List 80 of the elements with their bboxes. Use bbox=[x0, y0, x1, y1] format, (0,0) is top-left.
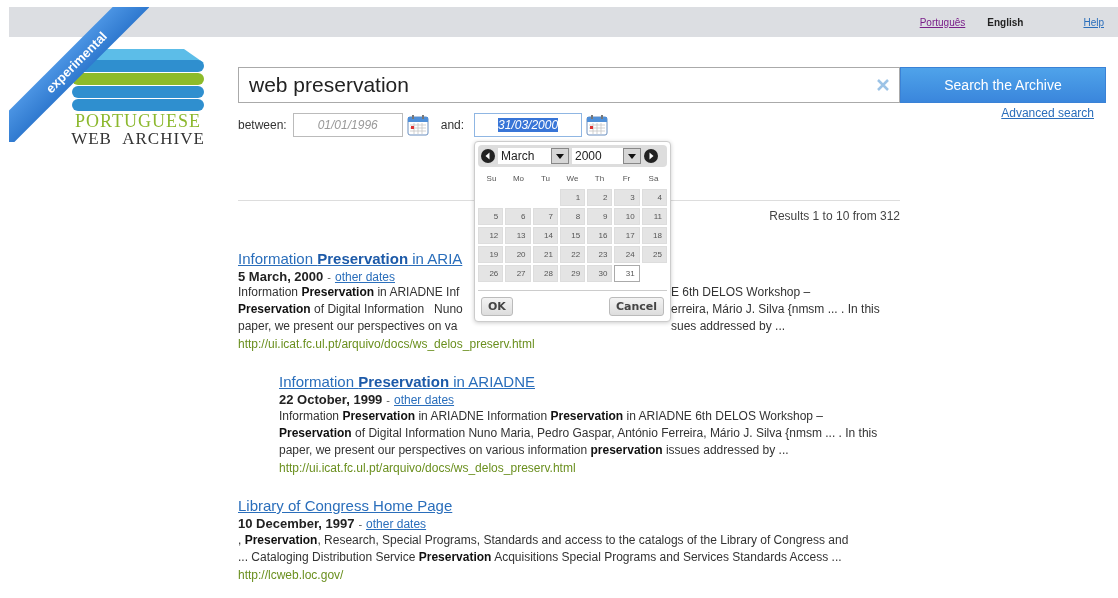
result-date: 10 December, 1997 bbox=[238, 516, 355, 531]
result-url[interactable]: http://lcweb.loc.gov/ bbox=[238, 568, 900, 582]
caret-icon[interactable] bbox=[551, 148, 569, 164]
day-cell[interactable]: 20 bbox=[505, 246, 531, 263]
day-cell[interactable]: 16 bbox=[587, 227, 613, 244]
snippet-text: E 6th DELOS Workshop – bbox=[671, 284, 812, 301]
weekday-label: Mo bbox=[511, 173, 526, 185]
day-cell[interactable]: 25 bbox=[641, 246, 667, 263]
day-cell[interactable]: 17 bbox=[614, 227, 640, 244]
day-cell[interactable]: 13 bbox=[505, 227, 531, 244]
day-cell[interactable]: 6 bbox=[505, 208, 531, 225]
and-label: and: bbox=[440, 118, 465, 132]
ok-button[interactable]: OK bbox=[481, 297, 513, 316]
result-title-link[interactable]: Information Preservation in ARIADNE bbox=[279, 373, 535, 390]
other-dates-link[interactable]: other dates bbox=[334, 270, 395, 284]
day-cell[interactable]: 26 bbox=[478, 265, 504, 282]
separator: - bbox=[386, 394, 390, 406]
calendar-icon[interactable] bbox=[406, 114, 429, 136]
results-count: Results 1 to 10 from 312 bbox=[769, 209, 900, 223]
search-field[interactable]: web preservation bbox=[238, 67, 900, 103]
weekday-label: Th bbox=[593, 173, 606, 185]
day-cell[interactable]: 5 bbox=[478, 208, 504, 225]
day-cell[interactable]: 15 bbox=[559, 227, 586, 244]
day-cell[interactable]: 24 bbox=[614, 246, 640, 263]
snippet-text: , Preservation, Research, Special Programs, Standards and access to the catalogs of the Library of Congress and ... Cataloging Distribution Service Preservation Acquisitions Special Programs and Services Standards Access ... bbox=[238, 532, 850, 566]
separator: - bbox=[327, 271, 331, 283]
caret-icon[interactable] bbox=[623, 148, 641, 164]
day-cell[interactable]: 3 bbox=[614, 189, 640, 206]
previous-icon[interactable] bbox=[481, 149, 495, 163]
snippet-text: sues addressed by ... bbox=[671, 318, 787, 335]
result-title-link[interactable]: Information Preservation in ARIA bbox=[238, 250, 463, 267]
other-dates-link[interactable]: other dates bbox=[394, 393, 455, 407]
day-cell[interactable]: 1 bbox=[559, 189, 586, 206]
day-cell[interactable]: 18 bbox=[641, 227, 667, 244]
weekday-label: Fr bbox=[621, 173, 632, 185]
result-url[interactable]: http://ui.icat.fc.ul.pt/arquivo/docs/ws_delos_preserv.html bbox=[238, 337, 900, 351]
result-url[interactable]: http://ui.icat.fc.ul.pt/arquivo/docs/ws_delos_preserv.html bbox=[279, 461, 900, 475]
day-cell[interactable]: 27 bbox=[505, 265, 531, 282]
day-cell[interactable]: 29 bbox=[559, 265, 586, 282]
result-date: 22 October, 1999 bbox=[279, 392, 383, 407]
day-cell[interactable]: 19 bbox=[478, 246, 504, 263]
weekday-label: Su bbox=[485, 173, 498, 185]
snippet-text: Information Preservation in ARIADNE Inf bbox=[238, 284, 461, 301]
snippet-text: paper, we present our perspectives on va bbox=[238, 318, 459, 335]
snippet-text: Information Preservation in ARIADNE Information Preservation in ARIADNE 6th DELOS Workshop – Preservation of Digital Information Nuno Maria, Pedro Gaspar, António Ferreira, Mário J. Silva {nmsm ... . In this paper, we present our perspectives on various information preservation issues addressed by ... bbox=[279, 408, 879, 459]
weekday-label: Tu bbox=[539, 173, 551, 185]
day-cell[interactable]: 22 bbox=[559, 246, 586, 263]
snippet-text: erreira, Mário J. Silva {nmsm ... . In this bbox=[671, 301, 881, 318]
advanced-search-link[interactable]: Advanced search bbox=[900, 106, 1106, 120]
end-date-field[interactable]: 31/03/2000 bbox=[474, 113, 583, 137]
snippet-text: Preservation of Digital Information Nuno bbox=[238, 301, 464, 318]
other-dates-link[interactable]: other dates bbox=[366, 517, 427, 531]
result-date: 5 March, 2000 bbox=[238, 269, 324, 284]
weekday-label: Sa bbox=[647, 173, 660, 185]
help-link[interactable]: Help bbox=[1083, 16, 1104, 28]
day-cell[interactable]: 21 bbox=[532, 246, 558, 263]
language-link[interactable]: Português bbox=[919, 16, 966, 28]
day-cell[interactable]: 31 bbox=[614, 265, 640, 282]
cancel-button[interactable]: Cancel bbox=[608, 297, 664, 316]
day-cell[interactable]: 11 bbox=[641, 208, 667, 225]
day-cell[interactable]: 10 bbox=[614, 208, 640, 225]
result-title-link[interactable]: Library of Congress Home Page bbox=[238, 497, 453, 514]
language-link[interactable]: English bbox=[987, 16, 1024, 28]
weekday-label: We bbox=[565, 173, 580, 185]
calendar-icon[interactable] bbox=[586, 114, 609, 136]
day-cell[interactable]: 28 bbox=[532, 265, 558, 282]
day-cell[interactable]: 8 bbox=[559, 208, 586, 225]
day-cell[interactable]: 23 bbox=[587, 246, 613, 263]
day-cell[interactable]: 30 bbox=[587, 265, 613, 282]
day-cell[interactable]: 14 bbox=[532, 227, 558, 244]
day-cell[interactable]: 7 bbox=[532, 208, 558, 225]
day-cell[interactable]: 12 bbox=[478, 227, 504, 244]
day-cell[interactable]: 4 bbox=[641, 189, 667, 206]
year-select[interactable]: 2000 bbox=[572, 148, 641, 164]
separator: - bbox=[358, 518, 363, 530]
day-cell[interactable]: 9 bbox=[587, 208, 613, 225]
next-icon[interactable] bbox=[644, 149, 658, 163]
between-label: between: bbox=[238, 118, 287, 132]
day-cell[interactable]: 2 bbox=[587, 189, 613, 206]
month-select[interactable]: March bbox=[498, 148, 569, 164]
